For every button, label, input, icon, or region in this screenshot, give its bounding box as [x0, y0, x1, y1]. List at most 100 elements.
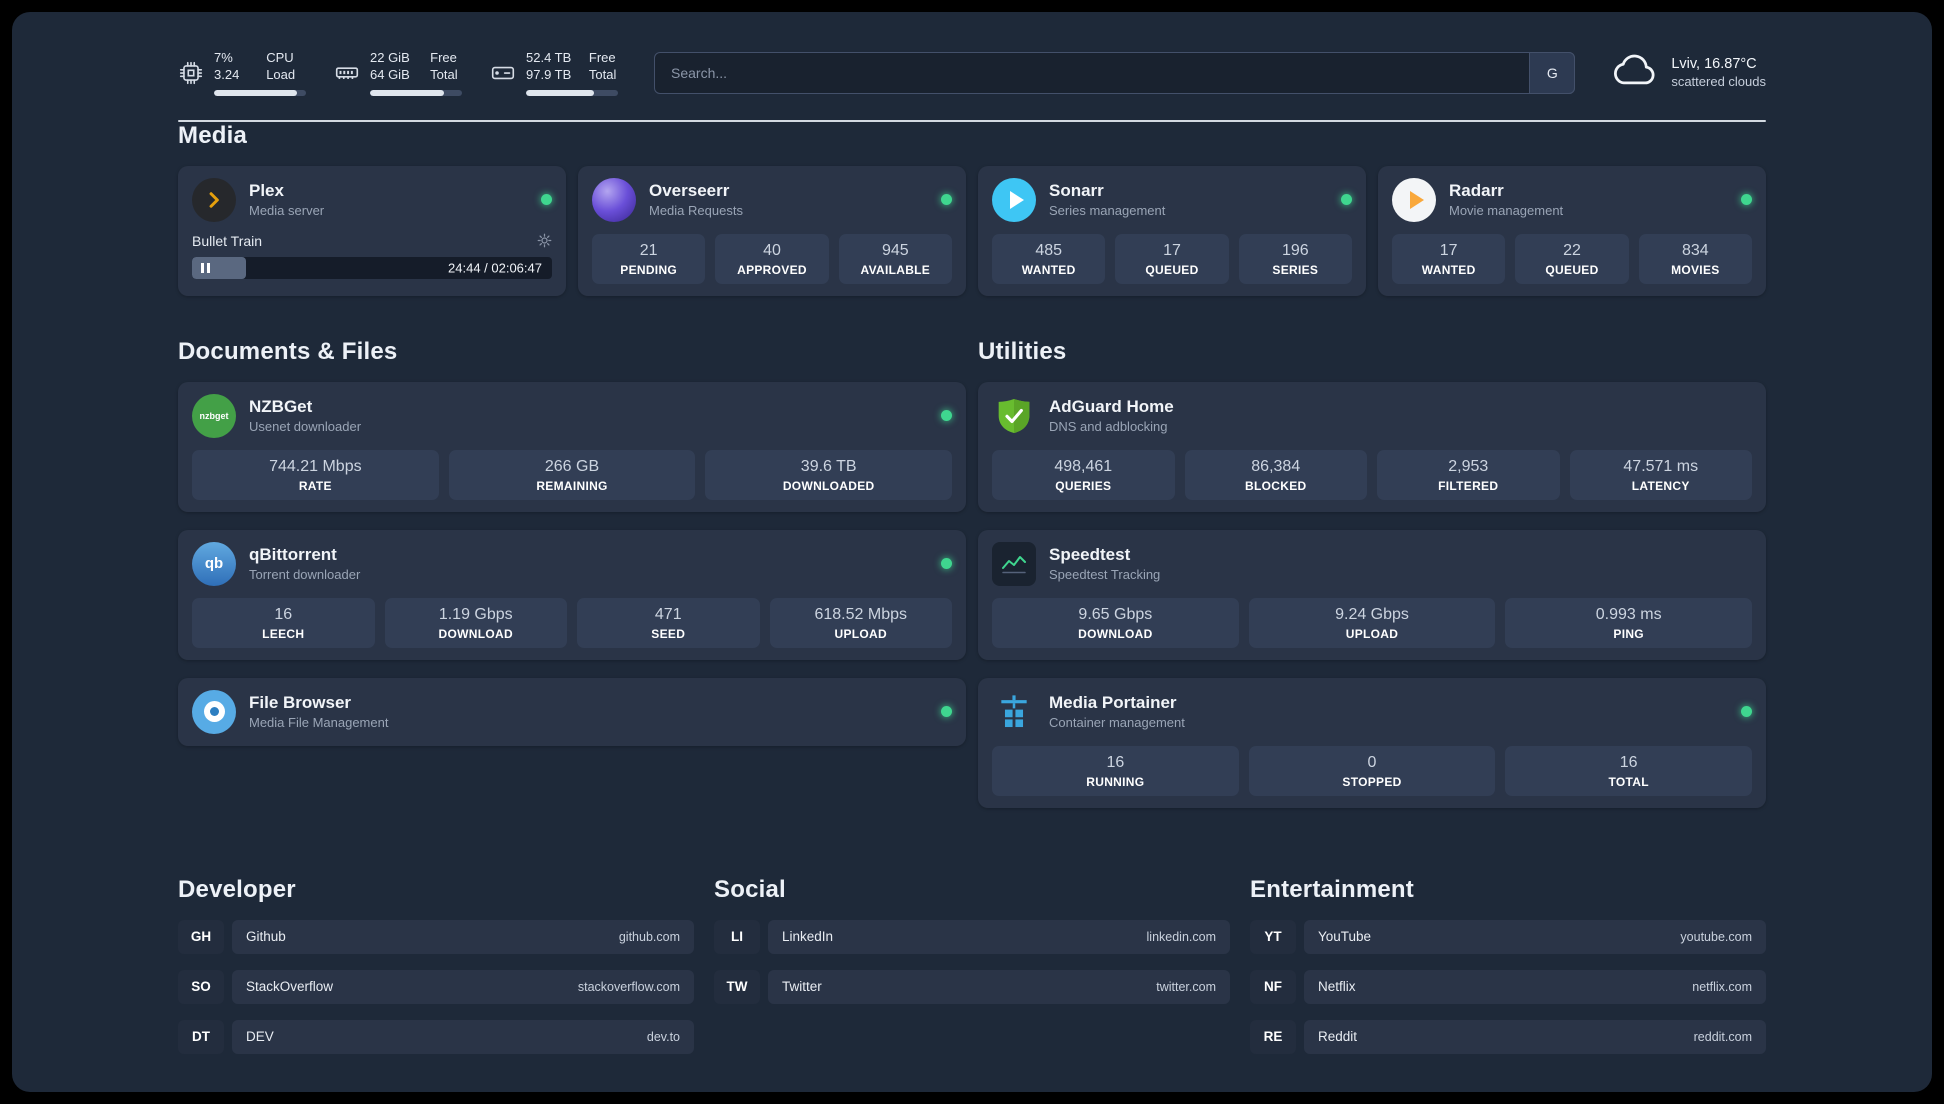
bookmark-dev[interactable]: DT DEV dev.to [178, 1019, 694, 1054]
status-dot [941, 706, 952, 717]
filebrowser-icon [192, 689, 236, 734]
developer-section-title: Developer [178, 875, 296, 903]
status-dot [1741, 194, 1752, 205]
service-description: Media server [249, 203, 325, 219]
bookmark-linkedin[interactable]: LI LinkedIn linkedin.com [714, 919, 1230, 954]
documents-section: Documents & Files nzbget NZBGet Usenet d… [178, 338, 966, 746]
service-name: qBittorrent [249, 544, 337, 564]
radarr-card[interactable]: Radarr Movie management 17 WANTED 22 QUEUE… [1378, 165, 1766, 296]
bookmark-name: YouTube [1318, 929, 1372, 944]
qbittorrent-icon: qb [192, 541, 236, 586]
bookmark-name: StackOverflow [246, 979, 334, 994]
disk-total-value: 97.9 TB [526, 67, 572, 83]
stat-ping: 0.993 ms PING [1505, 597, 1753, 648]
bookmark-domain: linkedin.com [1146, 929, 1216, 944]
stat-seed: 471 SEED [577, 597, 760, 648]
cpu-icon [178, 60, 204, 86]
dashboard-canvas: 7% CPU 3.24 Load 22 GiB Free 64 GiB Tota… [12, 12, 1932, 1092]
bookmark-name: Netflix [1318, 979, 1356, 994]
speedtest-card[interactable]: Speedtest Speedtest Tracking 9.65 Gbps DO… [978, 529, 1766, 660]
service-description: Media Requests [649, 203, 743, 219]
bookmark-stackoverflow[interactable]: SO StackOverflow stackoverflow.com [178, 969, 694, 1004]
media-section-title: Media [178, 121, 248, 149]
service-description: Media File Management [249, 715, 389, 731]
service-description: Torrent downloader [249, 567, 361, 583]
weather-location: Lviv, 16.87°C [1671, 56, 1757, 73]
bookmark-name: Reddit [1318, 1029, 1358, 1044]
radarr-icon [1392, 177, 1436, 222]
gear-icon[interactable] [537, 233, 552, 248]
service-description: Movie management [1449, 203, 1564, 219]
cpu-value: 7% [214, 50, 233, 65]
sonarr-card[interactable]: Sonarr Series management 485 WANTED 17 QUE… [978, 165, 1366, 296]
stat-latency: 47.571 ms LATENCY [1569, 449, 1752, 500]
disk-free-label: Free [588, 50, 616, 65]
bookmark-name: LinkedIn [782, 929, 834, 944]
plex-card[interactable]: Plex Media server Bullet Train 24:44 / 0… [178, 165, 566, 296]
bookmark-twitter[interactable]: TW Twitter twitter.com [714, 969, 1230, 1004]
disk-usage-bar [526, 89, 618, 96]
weather-widget: Lviv, 16.87°C scattered clouds [1611, 51, 1766, 94]
bookmark-abbr: SO [178, 969, 224, 1004]
stat-movies: 834 MOVIES [1638, 233, 1752, 284]
service-name: NZBGet [249, 396, 313, 416]
bookmark-domain: stackoverflow.com [577, 979, 680, 994]
documents-section-title: Documents & Files [178, 337, 398, 365]
cpu-load-value: 3.24 [214, 67, 240, 83]
overseerr-card[interactable]: Overseerr Media Requests 21 PENDING 40 APP… [578, 165, 966, 296]
portainer-card[interactable]: Media Portainer Container management 16 R… [978, 677, 1766, 808]
utilities-section: Utilities AdGuard Home DNS and adblockin… [978, 338, 1766, 808]
media-section: Plex Media server Bullet Train 24:44 / 0… [178, 165, 1766, 296]
playback-time: 24:44 / 02:06:47 [448, 260, 542, 275]
bookmark-abbr: LI [714, 919, 760, 954]
pause-icon [201, 257, 210, 279]
bookmark-reddit[interactable]: RE Reddit reddit.com [1250, 1019, 1766, 1054]
cloud-icon [1611, 51, 1659, 94]
search-provider-button[interactable]: G [1529, 51, 1576, 94]
status-dot [1741, 706, 1752, 717]
bookmark-abbr: RE [1250, 1019, 1296, 1054]
stat-rate: 744.21 Mbps RATE [192, 449, 439, 500]
stat-total: 16 TOTAL [1505, 745, 1753, 796]
stat-upload: 618.52 Mbps UPLOAD [769, 597, 952, 648]
stat-downloaded: 39.6 TB DOWNLOADED [705, 449, 953, 500]
disk-total-label: Total [588, 67, 617, 83]
nzbget-card[interactable]: nzbget NZBGet Usenet downloader 744.21 M… [178, 381, 966, 512]
stat-queued: 22 QUEUED [1515, 233, 1629, 284]
bookmark-abbr: NF [1250, 969, 1296, 1004]
stat-wanted: 485 WANTED [992, 233, 1106, 284]
qbittorrent-card[interactable]: qb qBittorrent Torrent downloader 16 LEEC… [178, 529, 966, 660]
speedtest-icon [992, 541, 1036, 586]
bookmarks-social: Social LI LinkedIn linkedin.com TW Twitt… [714, 876, 1230, 1004]
adguard-icon [992, 394, 1036, 438]
bookmark-domain: twitter.com [1156, 979, 1216, 994]
bookmark-abbr: GH [178, 919, 224, 954]
bookmark-domain: netflix.com [1692, 979, 1752, 994]
bookmark-domain: dev.to [646, 1029, 680, 1044]
sonarr-icon [992, 177, 1036, 222]
stat-download: 1.19 Gbps DOWNLOAD [384, 597, 567, 648]
service-name: Speedtest [1049, 544, 1131, 564]
bookmark-domain: reddit.com [1693, 1029, 1752, 1044]
stat-approved: 40 APPROVED [715, 233, 829, 284]
adguard-card[interactable]: AdGuard Home DNS and adblocking 498,461 Q… [978, 381, 1766, 512]
bookmarks-entertainment: Entertainment YT YouTube youtube.com NF … [1250, 876, 1766, 1054]
cpu-usage-bar [214, 89, 306, 96]
bookmark-name: Github [246, 929, 286, 944]
stat-upload: 9.24 Gbps UPLOAD [1248, 597, 1496, 648]
service-description: Container management [1049, 715, 1185, 731]
stat-queued: 17 QUEUED [1115, 233, 1229, 284]
service-name: File Browser [249, 692, 352, 712]
status-dot [941, 410, 952, 421]
entertainment-section-title: Entertainment [1250, 875, 1414, 903]
memory-usage-bar [370, 89, 462, 96]
bookmark-github[interactable]: GH Github github.com [178, 919, 694, 954]
bookmark-netflix[interactable]: NF Netflix netflix.com [1250, 969, 1766, 1004]
status-dot [541, 194, 552, 205]
bookmark-youtube[interactable]: YT YouTube youtube.com [1250, 919, 1766, 954]
service-description: Usenet downloader [249, 419, 362, 435]
search-input[interactable] [654, 51, 1576, 94]
topbar-divider [178, 119, 1766, 122]
filebrowser-card[interactable]: File Browser Media File Management [178, 677, 966, 746]
stat-available: 945 AVAILABLE [838, 233, 952, 284]
